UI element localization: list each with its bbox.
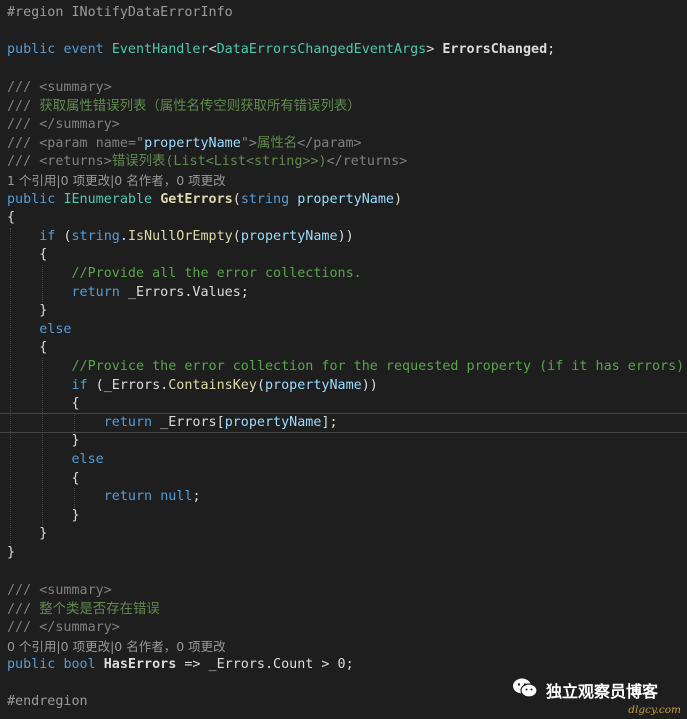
indent-guide bbox=[10, 228, 11, 544]
region-directive: #region INotifyDataErrorInfo bbox=[7, 5, 233, 20]
return-values-line: return _Errors.Values; bbox=[71, 284, 249, 300]
return-null-line: return null; bbox=[103, 489, 201, 505]
doc2-summary-close: /// </summary> bbox=[7, 620, 120, 636]
doc-summary-open: /// <summary> bbox=[7, 80, 112, 95]
else-line: else bbox=[39, 321, 72, 337]
property-declaration-line: public bool HasErrors => _Errors.Count >… bbox=[7, 657, 354, 673]
code-editor[interactable]: #region INotifyDataErrorInfo public even… bbox=[0, 0, 687, 719]
inner-if-brace-open: { bbox=[71, 396, 80, 412]
doc-summary-close: /// </summary> bbox=[7, 117, 120, 133]
indent-guide bbox=[74, 413, 75, 432]
inner-else-line: else bbox=[71, 452, 104, 467]
event-name: ErrorsChanged bbox=[442, 42, 548, 57]
if-brace-close: } bbox=[39, 303, 48, 319]
property-name: HasErrors bbox=[103, 657, 177, 673]
watermark-url: dlgcy.com bbox=[628, 704, 681, 716]
if-null-check-line: if (string.IsNullOrEmpty(propertyName)) bbox=[39, 228, 354, 244]
if-brace-open: { bbox=[39, 247, 48, 263]
doc-summary-text: /// 获取属性错误列表（属性名传空则获取所有错误列表） bbox=[7, 98, 361, 114]
doc-returns-line: /// <returns>错误列表(List<List<string>>)</r… bbox=[7, 154, 408, 170]
else-brace-open: { bbox=[39, 340, 48, 356]
event-declaration-line: public event EventHandler<DataErrorsChan… bbox=[7, 42, 556, 57]
current-line-return-errors[interactable]: return _Errors[propertyName]; bbox=[0, 412, 687, 433]
else-brace-close: } bbox=[39, 526, 48, 542]
comment-provide-all: //Provide all the error collections. bbox=[71, 266, 362, 281]
method-brace-close: } bbox=[7, 545, 16, 560]
watermark-title: 独立观察员博客 bbox=[546, 682, 659, 701]
inner-if-brace-close: } bbox=[71, 433, 80, 449]
method-name: GetErrors bbox=[160, 191, 233, 207]
watermark: 独立观察员博客 bbox=[512, 676, 658, 704]
indent-guide bbox=[42, 358, 43, 525]
doc2-summary-text: /// 整个类是否存在错误 bbox=[7, 601, 160, 617]
indent-guide bbox=[74, 488, 75, 507]
if-contains-key-line: if (_Errors.ContainsKey(propertyName)) bbox=[71, 377, 378, 393]
comment-provice-collection: //Provice the error collection for the r… bbox=[71, 359, 687, 374]
method-brace-open: { bbox=[7, 210, 16, 226]
codelens-getErrors[interactable]: 1 个引用|0 项更改|0 名作者，0 项更改 bbox=[0, 172, 687, 191]
region-start-line: #region INotifyDataErrorInfo bbox=[0, 4, 687, 23]
doc2-summary-open: /// <summary> bbox=[7, 583, 112, 598]
codelens-hasErrors[interactable]: 0 个引用|0 项更改|0 名作者，0 项更改 bbox=[0, 638, 687, 657]
inner-else-brace-close: } bbox=[71, 507, 80, 523]
indent-guide bbox=[42, 265, 43, 302]
inner-else-brace-open: { bbox=[71, 470, 80, 486]
doc-param-line: /// <param name="propertyName">属性名</para… bbox=[7, 135, 362, 151]
wechat-icon bbox=[512, 677, 538, 703]
method-declaration-line: public IEnumerable GetErrors(string prop… bbox=[7, 191, 403, 207]
